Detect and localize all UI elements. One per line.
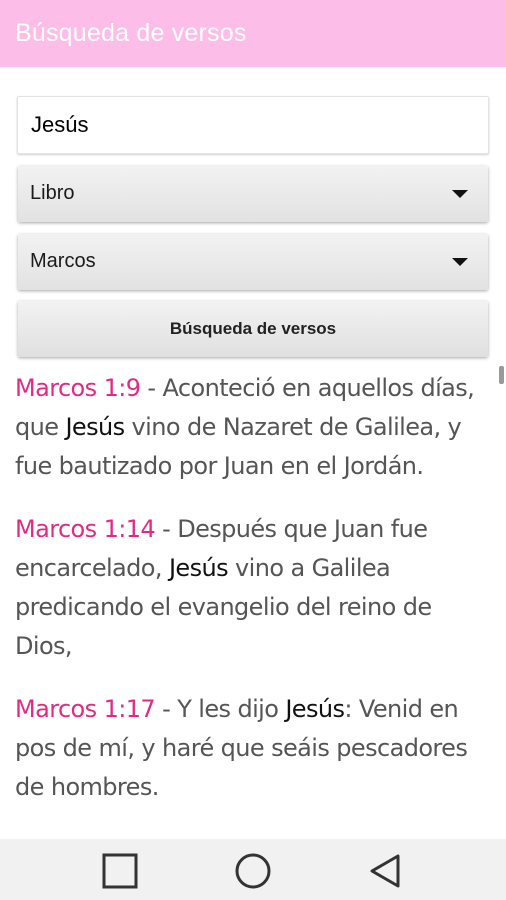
verse-keyword: Jesús	[285, 695, 345, 723]
home-icon[interactable]	[233, 851, 273, 891]
verse-keyword: Jesús	[65, 413, 125, 441]
app-bar: Búsqueda de versos	[0, 0, 506, 67]
search-verses-button[interactable]: Búsqueda de versos	[18, 301, 488, 357]
book-select[interactable]: Marcos	[18, 234, 488, 290]
verse-result[interactable]: Marcos 1:14 - Después que Juan fue encar…	[15, 510, 493, 666]
system-nav-bar	[0, 839, 506, 900]
verse-text: Y les dijo	[177, 695, 286, 723]
back-icon[interactable]	[364, 851, 404, 891]
verse-separator: -	[140, 374, 163, 402]
verse-reference: Marcos 1:9	[15, 374, 141, 402]
book-select-value: Marcos	[30, 250, 96, 272]
verse-separator: -	[155, 695, 178, 723]
verse-reference: Marcos 1:17	[15, 695, 156, 723]
recent-apps-icon[interactable]	[100, 851, 140, 891]
dropdown-arrow-icon	[452, 258, 468, 266]
category-select-value: Libro	[30, 182, 75, 204]
verse-separator: -	[155, 515, 178, 543]
category-select[interactable]: Libro	[18, 166, 488, 222]
search-input[interactable]	[17, 96, 489, 154]
dropdown-arrow-icon	[452, 190, 468, 198]
verse-reference: Marcos 1:14	[15, 515, 156, 543]
results-list[interactable]: Marcos 1:9 - Aconteció en aquellos días,…	[15, 369, 493, 831]
app-title: Búsqueda de versos	[15, 19, 247, 47]
verse-result[interactable]: Marcos 1:17 - Y les dijo Jesús: Venid en…	[15, 690, 493, 807]
scrollbar-thumb[interactable]	[499, 366, 504, 384]
verse-keyword: Jesús	[168, 554, 229, 582]
verse-result[interactable]: Marcos 1:9 - Aconteció en aquellos días,…	[15, 369, 493, 486]
